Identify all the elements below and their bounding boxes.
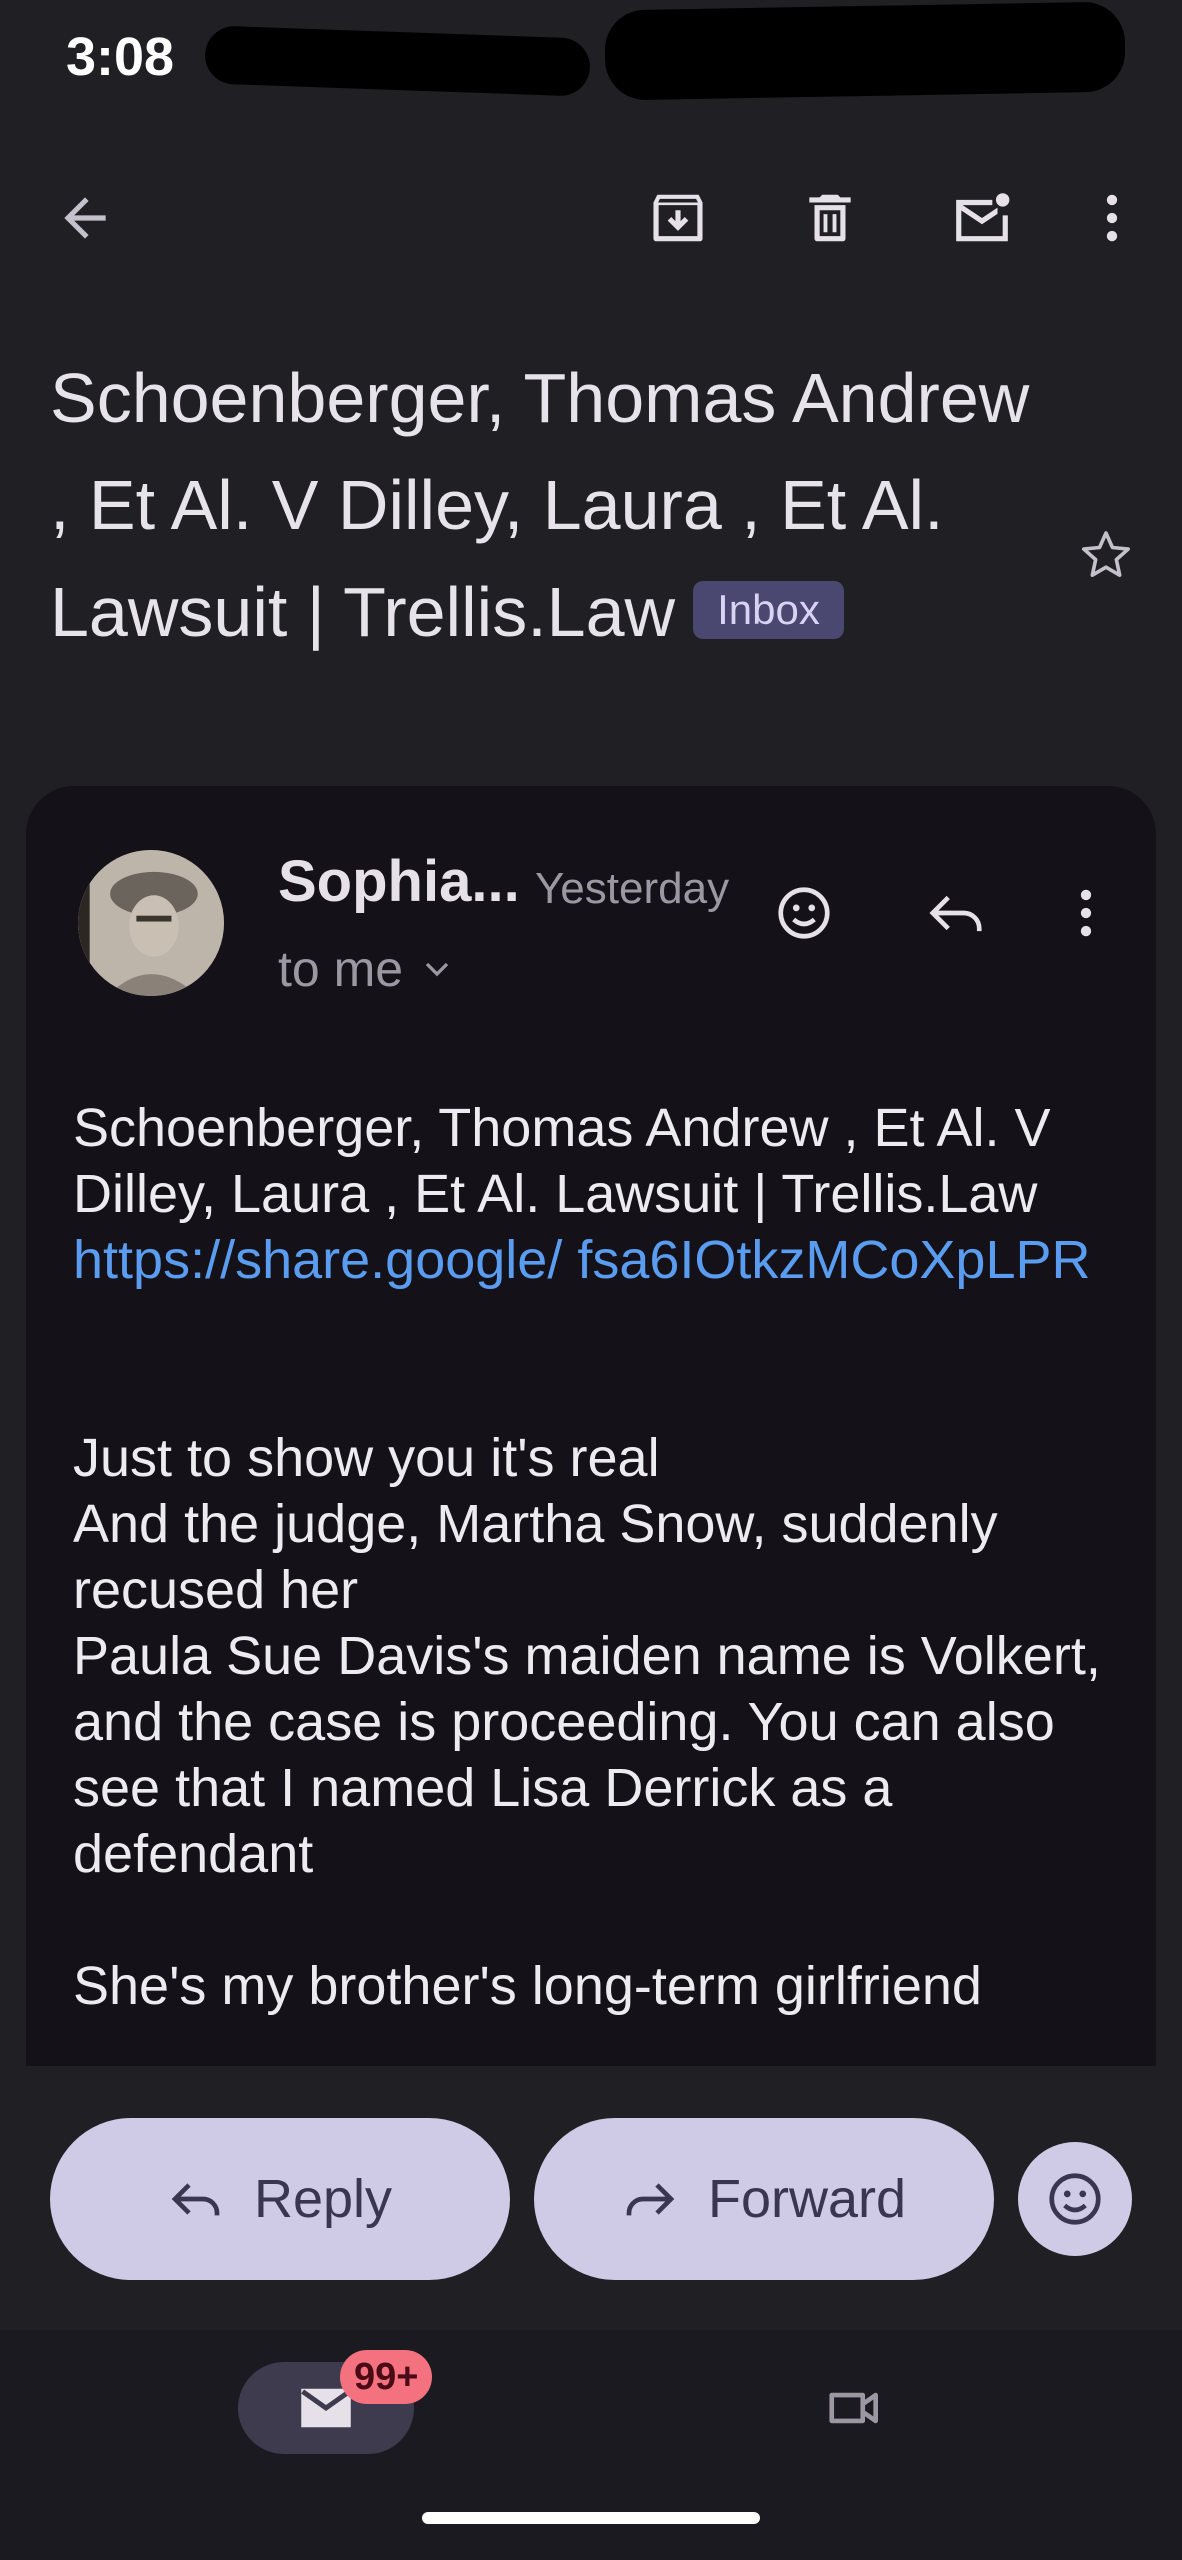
share-link[interactable]: https://share.google/ fsa6IOtkzMCoXpLPR [73,1230,1091,1290]
emoji-icon [778,887,830,939]
body-paragraph: She's my brother's long-term girlfriend [73,1956,982,2016]
nav-meet-tab[interactable] [815,2368,895,2448]
sender-name[interactable]: Sophia... [278,848,520,915]
star-icon [1081,531,1131,577]
emoji-react-button[interactable] [1018,2142,1132,2256]
inbox-label-badge[interactable]: Inbox [693,580,844,639]
bottom-navigation [0,2330,1182,2560]
reply-icon [929,895,982,932]
add-reaction-button[interactable] [764,873,844,953]
body-line-1: Schoenberger, Thomas Andrew , Et Al. V D… [73,1098,1051,1224]
mark-unread-button[interactable] [942,178,1022,258]
more-vert-icon [1080,889,1092,937]
recipient-label: to me [278,941,404,997]
archive-icon [653,194,703,242]
body-paragraph: And the judge, Martha Snow, suddenly rec… [73,1494,998,1620]
mail-count-badge: 99+ [340,2350,433,2404]
reply-label: Reply [253,2169,393,2229]
archive-button[interactable] [638,178,718,258]
body-paragraph: Paula Sue Davis's maiden name is Volkert… [73,1626,1101,1884]
avatar-photo [78,850,224,996]
arrow-back-icon [64,197,106,239]
back-button[interactable] [45,178,125,258]
redaction-mark [604,1,1126,101]
emoji-icon [1049,2173,1101,2225]
subject-text: Schoenberger, Thomas Andrew , Et Al. V D… [50,359,1030,651]
status-time: 3:08 [66,27,175,87]
video-icon [829,2392,878,2424]
email-date: Yesterday [535,864,730,913]
forward-label: Forward [707,2169,907,2229]
email-subject: Schoenberger, Thomas Andrew , Et Al. V D… [50,345,1050,666]
more-vert-icon [1106,194,1118,242]
chevron-down-icon [425,962,449,977]
trash-icon [809,194,851,242]
forward-button[interactable]: Forward [534,2118,994,2280]
reply-button[interactable]: Reply [50,2118,510,2280]
mark-unread-icon [956,193,1010,242]
home-indicator[interactable] [422,2512,760,2524]
delete-button[interactable] [790,178,870,258]
message-more-button[interactable] [1046,873,1126,953]
more-options-button[interactable] [1072,178,1152,258]
redaction-mark [204,25,591,97]
sender-avatar[interactable] [78,850,224,996]
reply-icon-button[interactable] [916,873,996,953]
status-bar: 3:08 [0,0,1182,120]
recipient-details-toggle[interactable]: to me [278,940,457,998]
body-paragraph: Just to show you it's real [73,1428,660,1488]
forward-icon [626,2183,675,2216]
reply-icon [171,2183,220,2216]
star-button[interactable] [1066,515,1146,595]
message-body: Schoenberger, Thomas Andrew , Et Al. V D… [73,1095,1113,2019]
